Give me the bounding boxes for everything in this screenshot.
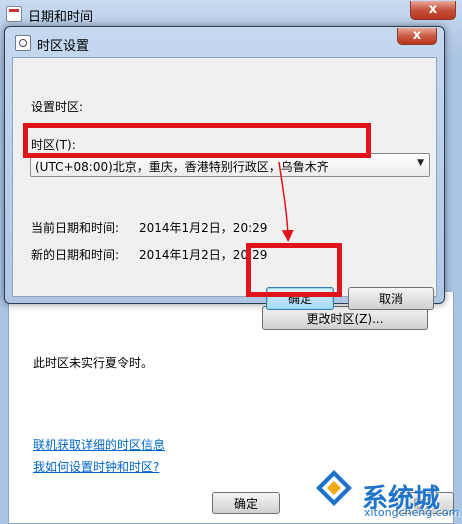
outer-close-icon[interactable]: x bbox=[410, 1, 456, 20]
dialog-title: 时区设置 bbox=[37, 39, 90, 54]
watermark-url: xitongcheng.com bbox=[364, 506, 460, 519]
current-datetime-value: 2014年1月2日，20:29 bbox=[139, 221, 268, 235]
new-datetime-label: 新的日期和时间: bbox=[31, 248, 120, 262]
dialog-close-icon[interactable]: x bbox=[397, 28, 437, 45]
no-dst-text: 此时区未实行夏令时。 bbox=[33, 356, 154, 370]
outer-ok-button[interactable]: 确定 bbox=[212, 492, 280, 514]
clock-app-icon bbox=[6, 6, 22, 22]
current-datetime-label: 当前日期和时间: bbox=[31, 221, 120, 235]
timezone-highlight-box bbox=[23, 123, 371, 158]
online-timezone-info-link[interactable]: 联机获取详细的时区信息 bbox=[33, 436, 165, 453]
dialog-content: 设置时区: 时区(T): (UTC+08:00)北京，重庆，香港特别行政区，乌鲁… bbox=[12, 57, 437, 310]
timezone-icon bbox=[15, 35, 31, 51]
timezone-select-value: (UTC+08:00)北京，重庆，香港特别行政区，乌鲁木齐 bbox=[35, 160, 329, 174]
timezone-settings-dialog: 时区设置 x 设置时区: 时区(T): (UTC+08:00)北京，重庆，香港特… bbox=[4, 26, 445, 310]
outer-window-title: 日期和时间 bbox=[28, 10, 94, 25]
set-timezone-label: 设置时区: bbox=[31, 100, 84, 114]
chevron-down-icon[interactable]: ▼ bbox=[417, 158, 424, 168]
dialog-cancel-button[interactable]: 取消 bbox=[348, 287, 434, 310]
how-to-set-clock-link[interactable]: 我如何设置时钟和时区? bbox=[33, 458, 159, 475]
watermark-logo-icon bbox=[310, 464, 358, 512]
ok-highlight-box bbox=[246, 243, 342, 297]
